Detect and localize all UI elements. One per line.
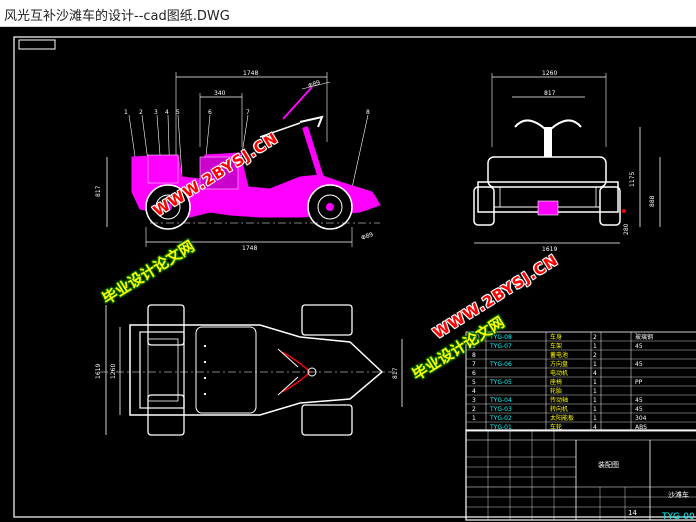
bom-cell-no: 1	[472, 415, 476, 422]
dim-front-h1: 1175	[629, 172, 636, 187]
tb-drawing-code: TYG-00	[661, 512, 695, 522]
bom-cell-name: 车身	[550, 333, 562, 341]
bom-cell-name: 轮胎	[550, 387, 562, 395]
front-left-wheel	[473, 186, 495, 226]
dim-side-height: 817	[95, 185, 102, 197]
bom-cell-mat: 304	[635, 415, 647, 422]
bom-cell-qty: 1	[593, 361, 597, 368]
part-no-1: 1	[124, 109, 128, 116]
dim-front-small: 280	[623, 223, 630, 235]
bom-cell-no: 4	[472, 388, 476, 395]
bom-cell-qty: 1	[593, 397, 597, 404]
bom-cell-code: TYG-06	[489, 361, 512, 368]
bom-cell-name: 车架	[550, 342, 562, 350]
bom-cell-name: 方向盘	[550, 360, 568, 368]
tb-drawing-name: 装配图	[598, 460, 619, 469]
bom-cell-no: 5	[472, 379, 476, 386]
bom-cell-name: 传动轴	[550, 396, 568, 404]
bom-cell-name: 电动机	[550, 369, 568, 377]
bom-cell-no: 8	[472, 352, 476, 359]
title-block: 装配图 沙滩车 14 TYG-00	[465, 429, 696, 522]
tb-sheet: 14	[628, 509, 637, 517]
bom-cell-no: 7	[472, 361, 476, 368]
bom-cell-code: TYG-07	[489, 343, 512, 350]
bom-cell-no: 2	[472, 406, 476, 413]
bom-cell-name: 转向机	[550, 405, 568, 413]
tb-project: 沙滩车	[668, 490, 689, 499]
bom-cell-no: 3	[472, 397, 476, 404]
drawing-frame	[13, 36, 696, 518]
part-no-5: 5	[176, 109, 180, 116]
bom-cell-qty: 4	[593, 370, 597, 377]
bom-cell-name: 座椅	[550, 378, 562, 386]
bom-cell-qty: 1	[593, 343, 597, 350]
frame-tag	[18, 39, 56, 50]
cad-drawing-canvas[interactable]: 1748 340 1 2 3 4 5 6 7 8 Φ89 1748 Φ89 81…	[0, 27, 696, 522]
dim-angle-top: Φ89	[307, 79, 321, 90]
dim-side-top: 1748	[243, 70, 258, 77]
dim-front-inner: 817	[544, 90, 556, 97]
front-right-wheel	[599, 186, 621, 226]
dim-angle-bottom: Φ89	[360, 231, 374, 242]
bom-cell-mat: PP	[635, 379, 643, 386]
bom-cell-qty: 1	[593, 415, 597, 422]
bom-cell-code: TYG-05	[489, 379, 512, 386]
bom-cell-name: 太阳能板	[550, 414, 574, 422]
dim-top-right: 817	[392, 367, 399, 379]
bom-cell-code: TYG-03	[489, 406, 512, 413]
bom-cell-no: 6	[472, 370, 476, 377]
dim-top-h2: 1260	[110, 364, 117, 379]
dim-side-inner: 340	[214, 90, 226, 97]
dim-front-top: 1260	[542, 70, 557, 77]
window-title: 风光互补沙滩车的设计--cad图纸.DWG	[4, 9, 230, 24]
dim-front-h2: 888	[649, 195, 656, 207]
bom-cell-mat: 45	[635, 343, 643, 350]
top-view: 1619 1260 817	[95, 304, 403, 436]
bom-cell-qty: 1	[593, 406, 597, 413]
bom-cell-qty: 2	[593, 352, 597, 359]
bom-cell-mat: 45	[635, 406, 643, 413]
bom-cell-name: 蓄电池	[550, 351, 568, 359]
dim-side-bottom: 1748	[242, 245, 257, 252]
bom-cell-mat: 45	[635, 361, 643, 368]
part-no-2: 2	[139, 109, 143, 116]
cad-drawing: 1748 340 1 2 3 4 5 6 7 8 Φ89 1748 Φ89 81…	[13, 36, 696, 522]
bom-cell-mat: 玻璃钢	[635, 333, 653, 341]
bom-cell-qty: 1	[593, 379, 597, 386]
part-no-8: 8	[366, 109, 370, 116]
part-no-7: 7	[246, 109, 250, 116]
bom-table: 10 TYG-08 车身 2 玻璃钢9 TYG-07 车架 1 458 蓄电池 27 TYG-06 方向…	[465, 331, 696, 432]
bom-cell-code: TYG-02	[489, 415, 512, 422]
title-bar: 风光互补沙滩车的设计--cad图纸.DWG	[0, 0, 696, 27]
part-no-3: 3	[154, 109, 158, 116]
front-view: 1260 817 1175 888 280 1619	[473, 70, 661, 253]
bom-cell-code: TYG-04	[489, 397, 512, 404]
part-no-6: 6	[208, 109, 212, 116]
dim-top-h1: 1619	[95, 364, 102, 379]
part-no-4: 4	[165, 109, 169, 116]
bom-cell-mat: 45	[635, 397, 643, 404]
bom-cell-qty: 1	[593, 388, 597, 395]
bom-cell-qty: 2	[593, 334, 597, 341]
